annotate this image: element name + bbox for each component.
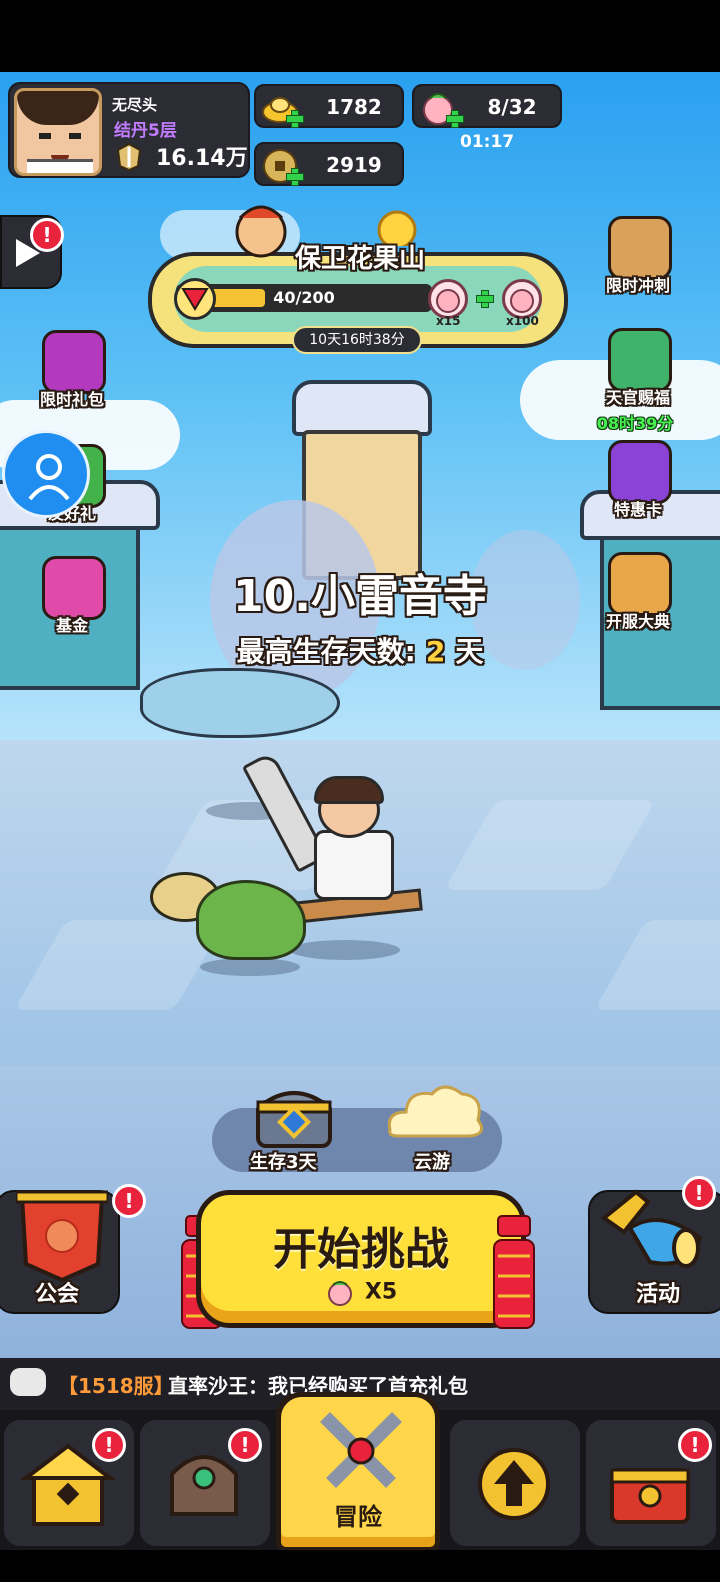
shadow [290, 940, 400, 960]
cloud-travel-label: 云游 [414, 1152, 450, 1173]
guild-banner-icon [16, 1190, 108, 1282]
event-flag-icon [174, 278, 216, 320]
hero-hair [314, 776, 384, 804]
start-challenge-label: 开始挑战 [273, 1224, 449, 1275]
gold-ingot-value: 1782 [326, 95, 382, 119]
avatar[interactable] [14, 88, 102, 176]
event-title: 保卫花果山 [294, 244, 425, 274]
chest-label: 生存3天 [250, 1152, 317, 1173]
gold-ingot-counter[interactable]: 1782 [254, 84, 404, 128]
best-days-label: 最高生存天数: [236, 635, 416, 668]
event-reward-peach-large[interactable] [502, 279, 542, 319]
chat-server-tag: 【1518服】 [58, 1374, 174, 1398]
start-challenge-cost: X5 [201, 1277, 521, 1307]
status-bar-area [0, 0, 720, 72]
guild-label: 公会 [34, 1282, 79, 1307]
upgrade-arrow-icon [478, 1448, 550, 1520]
stamina-value: 8/32 [487, 95, 537, 119]
nav-adventure-label: 冒险 [334, 1503, 382, 1531]
coin-value: 2919 [326, 153, 382, 177]
drum-icon [608, 552, 672, 616]
start-cost-value: X5 [364, 1279, 398, 1305]
player-rank: 结丹5层 [114, 121, 177, 141]
stage-title: 10.小雷音寺 [233, 571, 487, 622]
notification-badge: ! [682, 1176, 716, 1210]
notification-badge: ! [112, 1184, 146, 1218]
vip-card-icon [608, 440, 672, 504]
best-survival-days: 最高生存天数: 2 天 [150, 630, 570, 670]
side-button-label: 限时冲刺 [605, 276, 670, 295]
game-screen: 无尽头 结丹5层 16.14万 1782 8/32 01:17 2919 ! 保… [0, 0, 720, 1582]
gift-bag-icon [42, 330, 106, 394]
notification-badge: ! [30, 218, 64, 252]
event-reward-peach-small[interactable] [428, 279, 468, 319]
event-countdown: 10天16时38分 [292, 326, 422, 354]
combat-power-value: 16.14万 [156, 146, 248, 171]
crossed-swords-icon [320, 1412, 402, 1488]
side-button-fund[interactable]: 基金 [22, 552, 122, 652]
chat-bubble-icon [10, 1368, 46, 1396]
combat-power-icon [116, 142, 142, 172]
player-name: 无尽头 [112, 96, 158, 114]
nav-item-adventure[interactable]: 冒险 [276, 1392, 440, 1552]
notification-badge: ! [92, 1428, 126, 1462]
side-button-blessing[interactable]: 天官赐福 [588, 324, 688, 424]
blessing-timer: 08时39分 [596, 414, 674, 433]
activity-label: 活动 [635, 1282, 680, 1307]
stamina-timer: 01:17 [460, 132, 515, 152]
side-button-label: 限时礼包 [39, 390, 104, 409]
nav-item-upgrade[interactable] [450, 1420, 580, 1546]
treasure-chest-icon[interactable] [248, 1078, 340, 1152]
guild-button[interactable]: 公会 [0, 1190, 120, 1314]
stamina-counter[interactable]: 8/32 [412, 84, 562, 128]
fund-icon [42, 556, 106, 620]
side-button-opening-ceremony[interactable]: 开服大典 [588, 548, 688, 648]
assistant-button[interactable] [2, 430, 90, 518]
start-challenge-button[interactable]: 开始挑战 X5 [196, 1190, 526, 1328]
add-gold-icon[interactable] [286, 110, 304, 128]
side-button-label: 基金 [55, 616, 88, 635]
hero-body [314, 830, 394, 900]
cloud-travel-icon[interactable] [380, 1076, 490, 1150]
add-coin-icon[interactable] [286, 168, 304, 186]
hourglass-icon [608, 216, 672, 280]
side-button-vip-card[interactable]: 特惠卡 [588, 436, 688, 536]
add-stamina-icon[interactable] [446, 110, 464, 128]
flying-fish-pet [140, 668, 340, 738]
player-profile[interactable]: 无尽头 结丹5层 16.14万 [8, 82, 250, 178]
side-button-label: 开服大典 [605, 612, 670, 631]
event-reward-large-label: x100 [506, 314, 539, 328]
firecracker-icon [493, 1215, 535, 1329]
user-icon [28, 454, 70, 501]
notification-badge: ! [678, 1428, 712, 1462]
best-days-unit: 天 [455, 635, 484, 668]
fan-icon [608, 328, 672, 392]
best-days-value: 2 [425, 635, 446, 668]
coin-counter[interactable]: 2919 [254, 142, 404, 186]
plus-icon [476, 290, 494, 308]
side-button-limited-sprint[interactable]: 限时冲刺 [588, 212, 688, 312]
notification-badge: ! [228, 1428, 262, 1462]
shadow [200, 958, 300, 976]
side-button-label: 特惠卡 [613, 500, 662, 519]
gate-roof [292, 380, 432, 436]
system-nav-area [0, 1550, 720, 1582]
side-button-label: 天官赐福 [605, 388, 670, 407]
peach-icon [327, 1281, 352, 1306]
event-reward-small-label: x15 [436, 314, 461, 328]
side-button-limited-gift[interactable]: 限时礼包 [22, 326, 122, 426]
